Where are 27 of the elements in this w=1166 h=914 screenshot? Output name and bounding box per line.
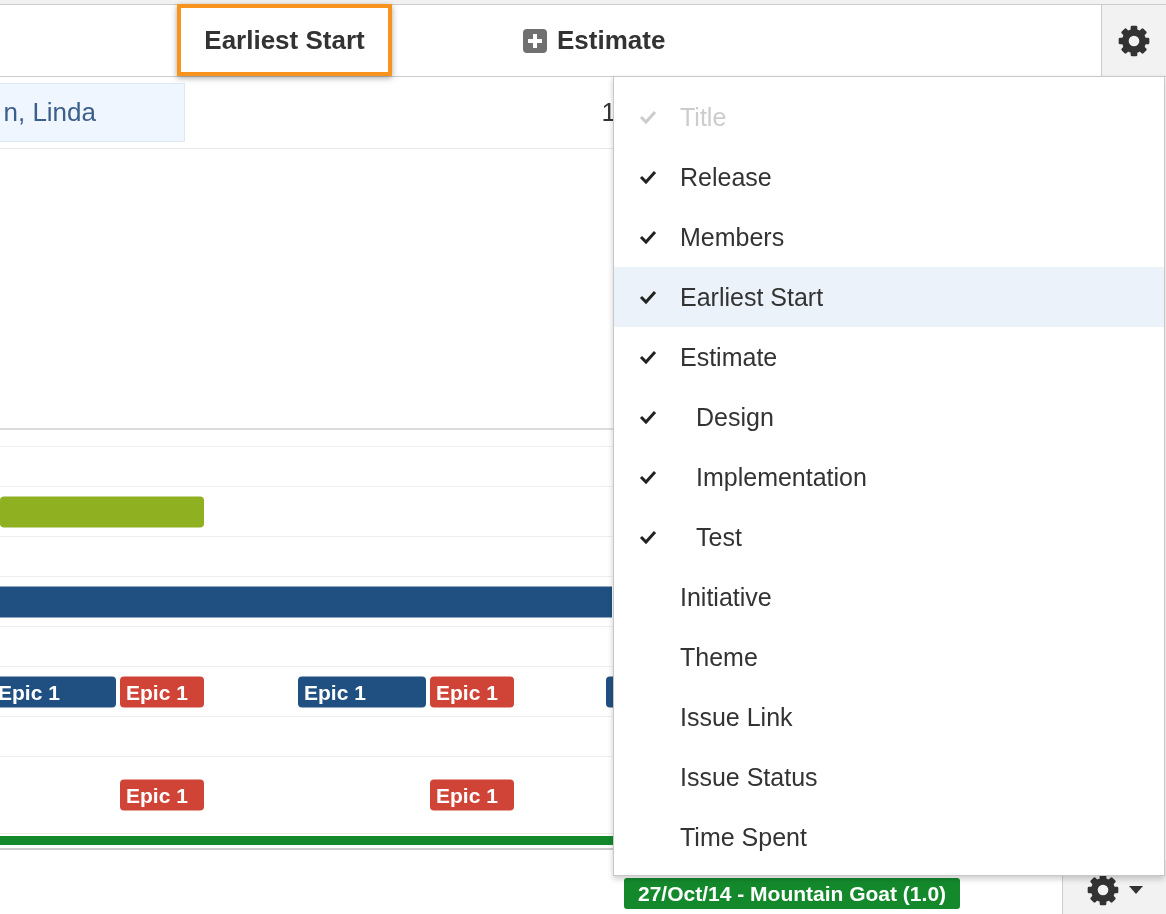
menu-item[interactable]: Theme (614, 627, 1164, 687)
menu-item[interactable]: Members (614, 207, 1164, 267)
member-cell: n, Linda (0, 83, 185, 142)
menu-item[interactable]: Time Spent (614, 807, 1164, 867)
release-label: 27/Oct/14 - Mountain Goat (1.0) (624, 878, 961, 909)
menu-item[interactable]: Release (614, 147, 1164, 207)
menu-item[interactable]: Earliest Start (614, 267, 1164, 327)
settings-button[interactable] (1101, 5, 1166, 76)
menu-item[interactable]: Issue Status (614, 747, 1164, 807)
settings-icon (1086, 874, 1119, 906)
epic-tag[interactable]: Epic 1 (430, 779, 514, 811)
epic-tag[interactable]: Epic 1 (430, 676, 514, 707)
menu-item[interactable]: Implementation (614, 447, 1164, 507)
menu-item[interactable]: Issue Link (614, 687, 1164, 747)
menu-item[interactable]: Initiative (614, 567, 1164, 627)
epic-tag[interactable]: Epic 1 (298, 676, 426, 707)
epic-tag[interactable]: Epic 1 (120, 676, 204, 707)
menu-item[interactable]: Design (614, 387, 1164, 447)
settings-icon (1118, 24, 1150, 57)
epic-tag[interactable]: Epic 1 (0, 676, 116, 707)
column-header[interactable]: Earliest Start (177, 4, 392, 76)
epic-tag[interactable]: Epic 1 (120, 779, 204, 811)
menu-item[interactable]: Estimate (614, 327, 1164, 387)
caret-icon (1128, 886, 1143, 894)
column-header[interactable]: Estimate (499, 5, 690, 76)
timeline-bar[interactable] (0, 586, 612, 617)
menu-item[interactable]: Test (614, 507, 1164, 567)
